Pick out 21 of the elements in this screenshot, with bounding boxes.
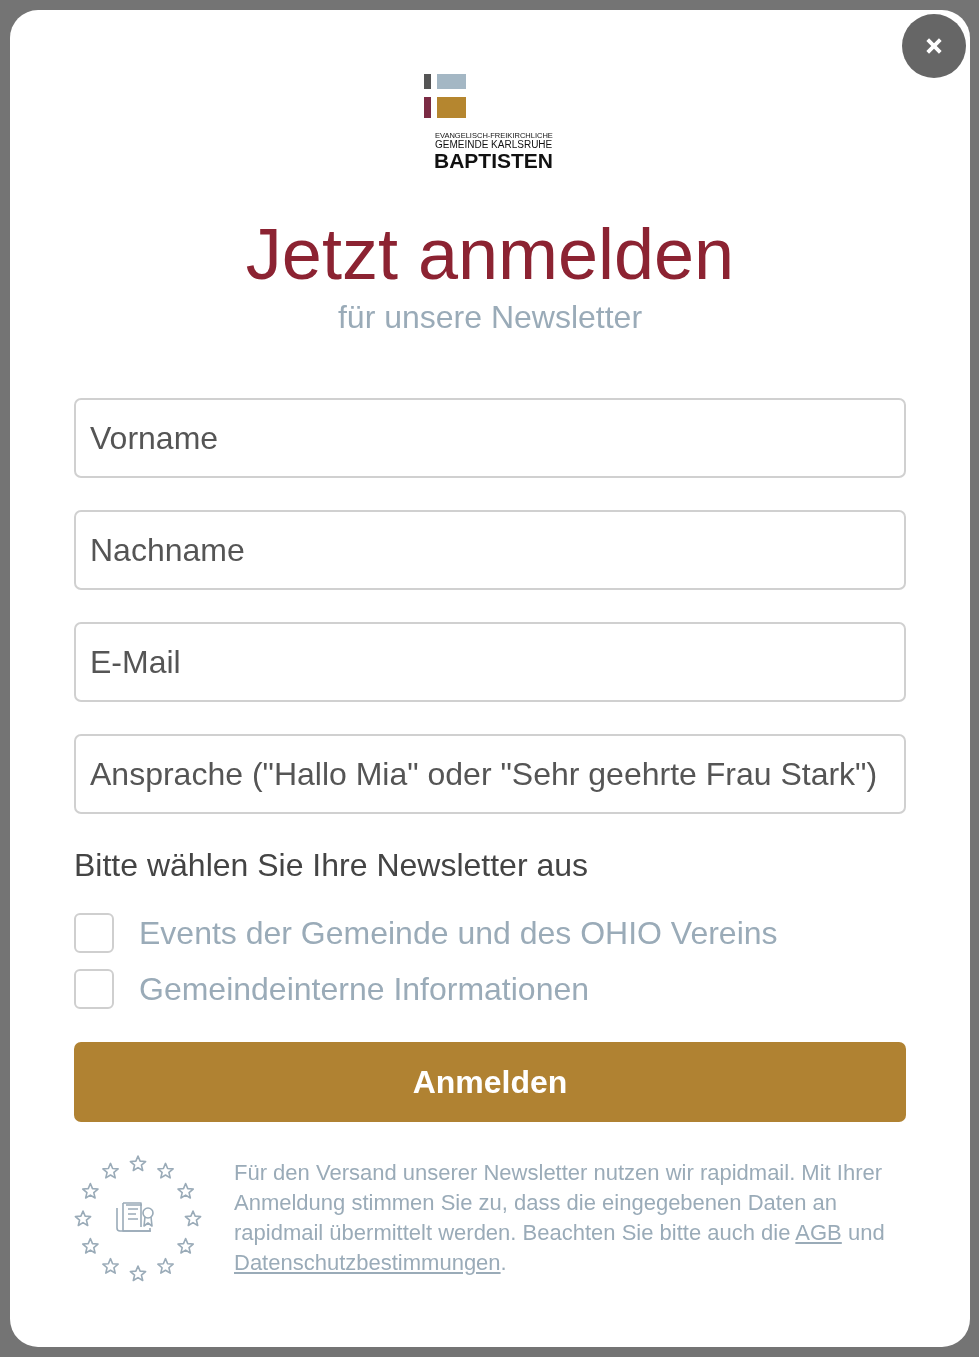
submit-button[interactable]: Anmelden xyxy=(74,1042,906,1123)
input-field[interactable]: E-Mail xyxy=(74,622,906,703)
text-link[interactable]: Datenschutzbestimmungen xyxy=(234,1250,501,1276)
close-icon xyxy=(925,37,943,55)
checkbox-label[interactable]: Gemeindeinterne Informationen xyxy=(139,970,590,1009)
certificate-seal-icon xyxy=(74,1153,202,1284)
logo-name: BAPTISTEN xyxy=(433,150,553,173)
checkbox[interactable] xyxy=(74,969,114,1010)
newsletter-prompt: Bitte wählen Sie Ihre Newsletter aus xyxy=(74,847,590,885)
dialog-title: Jetzt anmelden xyxy=(244,218,736,291)
logo-text: GEMEINDE KARLSRUHE xyxy=(434,139,553,151)
text-link[interactable]: AGB xyxy=(795,1220,842,1246)
checkbox[interactable] xyxy=(74,913,114,954)
logo-mark-icon xyxy=(424,74,466,118)
input-field[interactable]: Vorname xyxy=(74,398,906,479)
checkbox-label[interactable]: Events der Gemeinde und des OHIO Vereins xyxy=(139,914,778,953)
dialog-subtitle: für unsere Newsletter xyxy=(336,299,644,337)
close-button[interactable] xyxy=(902,14,966,78)
privacy-notice: Für den Versand unserer Newsletter nutzen wir rapidmail. Mit Ihrer Anmeldung stimmen Sie zu, dass die eingegebenen Daten an rapidmail übermittelt werden. Beachten Sie bitte auch die AGB und Datenschutzbestimmungen. xyxy=(234,1159,886,1278)
input-field[interactable]: Ansprache ("Hallo Mia" oder "Sehr geehrte Frau Stark") xyxy=(74,734,906,815)
input-field[interactable]: Nachname xyxy=(74,510,906,591)
